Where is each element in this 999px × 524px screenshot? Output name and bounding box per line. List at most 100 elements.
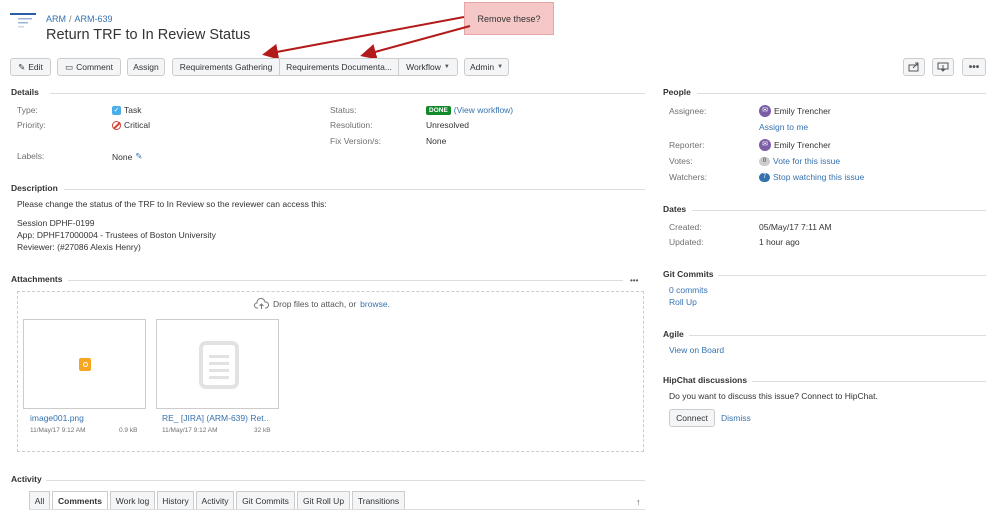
labels-value[interactable]: None ✎ <box>112 151 142 162</box>
comment-icon: ▭ <box>65 61 74 72</box>
sort-order-icon[interactable]: ↑ <box>636 497 641 507</box>
type-value: ✓ Task <box>112 105 142 115</box>
connect-button[interactable]: Connect <box>669 409 715 427</box>
git-commits-heading: Git Commits <box>663 269 714 279</box>
export-button[interactable] <box>932 58 954 76</box>
tab-work-log[interactable]: Work log <box>110 491 155 509</box>
priority-value: Critical <box>112 120 150 130</box>
attachment-thumbnail[interactable] <box>156 319 279 409</box>
attachment-date: 11/May/17 9:12 AM <box>162 427 218 434</box>
dates-heading: Dates <box>663 204 687 214</box>
git-divider <box>718 275 986 276</box>
comment-button[interactable]: ▭ Comment <box>57 58 121 76</box>
votes-count-badge: 0 <box>759 156 770 166</box>
workflow-dropdown[interactable]: Workflow ▼ <box>398 58 458 76</box>
share-icon <box>908 62 919 72</box>
avatar: ✉ <box>759 105 771 117</box>
details-heading: Details <box>11 87 39 97</box>
tab-transitions[interactable]: Transitions <box>352 491 405 509</box>
arrow-to-req-documentation <box>360 25 471 60</box>
view-on-board-link[interactable]: View on Board <box>669 345 724 355</box>
export-icon <box>937 62 949 72</box>
type-label: Type: <box>17 105 38 115</box>
watchers-label: Watchers: <box>669 172 707 182</box>
tab-activity[interactable]: Activity <box>196 491 234 509</box>
hipchat-heading: HipChat discussions <box>663 375 748 385</box>
votes-value: 0 Vote for this issue <box>759 156 840 166</box>
tab-history[interactable]: History <box>157 491 194 509</box>
agile-divider <box>689 335 986 336</box>
upload-cloud-icon <box>254 298 269 309</box>
pencil-icon: ✎ <box>18 61 26 72</box>
share-button[interactable] <box>903 58 925 76</box>
description-divider <box>64 189 645 190</box>
tab-comments[interactable]: Comments <box>52 491 108 509</box>
vote-link[interactable]: Vote for this issue <box>773 156 840 166</box>
avatar: ✉ <box>759 139 771 151</box>
attachments-more-button[interactable]: ••• <box>630 276 638 285</box>
status-value: DONE (View workflow) <box>426 105 513 115</box>
hipchat-divider <box>752 381 986 382</box>
fix-version-label: Fix Version/s: <box>330 136 382 146</box>
more-actions-button[interactable]: ••• <box>962 58 986 76</box>
attachment-name-link[interactable]: image001.png <box>30 413 140 423</box>
assign-to-me-link[interactable]: Assign to me <box>759 122 808 132</box>
labels-label: Labels: <box>17 151 45 161</box>
assignee-value: ✉ Emily Trencher <box>759 105 831 117</box>
created-value: 05/May/17 7:11 AM <box>759 222 832 232</box>
admin-dropdown[interactable]: Admin ▼ <box>464 58 509 76</box>
stop-watching-link[interactable]: Stop watching this issue <box>773 172 864 182</box>
hipchat-prompt: Do you want to discuss this issue? Conne… <box>669 391 878 401</box>
assignee-label: Assignee: <box>669 106 707 116</box>
created-label: Created: <box>669 222 702 232</box>
attachment-thumbnail[interactable] <box>23 319 146 409</box>
dates-divider <box>692 210 986 211</box>
tab-all[interactable]: All <box>29 491 50 509</box>
tab-git-roll-up[interactable]: Git Roll Up <box>297 491 350 509</box>
description-line: App: DPHF17000004 - Trustees of Boston U… <box>17 230 216 240</box>
attachment-name-link[interactable]: RE_ [JIRA] (ARM-639) Ret… <box>162 413 268 423</box>
document-file-icon <box>199 341 239 389</box>
updated-label: Updated: <box>669 237 704 247</box>
drop-files-prompt: Drop files to attach, or browse. <box>254 298 390 310</box>
status-label: Status: <box>330 105 357 115</box>
reporter-value: ✉ Emily Trencher <box>759 139 831 151</box>
requirements-documentation-button[interactable]: Requirements Documenta... <box>279 58 399 76</box>
commits-link[interactable]: 0 commits <box>669 285 708 295</box>
priority-label: Priority: <box>17 120 46 130</box>
requirements-gathering-button[interactable]: Requirements Gathering <box>172 58 280 76</box>
edit-button[interactable]: ✎ Edit <box>10 58 51 76</box>
attachment-size: 0.9 kB <box>119 427 138 434</box>
browse-link[interactable]: browse. <box>360 299 390 309</box>
activity-heading: Activity <box>11 474 42 484</box>
attachment-size: 32 kB <box>254 427 271 434</box>
description-heading: Description <box>11 183 58 193</box>
reporter-label: Reporter: <box>669 140 705 150</box>
people-heading: People <box>663 87 691 97</box>
more-icon: ••• <box>968 61 980 73</box>
attachments-divider <box>68 280 623 281</box>
attachments-heading: Attachments <box>11 274 63 284</box>
resolution-label: Resolution: <box>330 120 373 130</box>
votes-label: Votes: <box>669 156 693 166</box>
image-file-icon <box>79 358 91 371</box>
chevron-down-icon: ▼ <box>497 64 504 70</box>
assign-button[interactable]: Assign <box>127 58 165 76</box>
description-line: Please change the status of the TRF to I… <box>17 199 327 209</box>
dismiss-link[interactable]: Dismiss <box>721 413 751 423</box>
updated-value: 1 hour ago <box>759 237 800 247</box>
details-divider <box>50 93 645 94</box>
view-workflow-link[interactable]: (View workflow) <box>454 105 513 115</box>
agile-heading: Agile <box>663 329 684 339</box>
tab-git-commits[interactable]: Git Commits <box>236 491 295 509</box>
attachment-date: 11/May/17 9:12 AM <box>30 427 86 434</box>
people-divider <box>697 93 986 94</box>
description-line: Session DPHF-0199 <box>17 218 95 228</box>
resolution-value: Unresolved <box>426 120 469 130</box>
status-badge: DONE <box>426 105 451 115</box>
watchers-value: 7 Stop watching this issue <box>759 172 864 182</box>
watchers-count-badge: 7 <box>759 172 770 182</box>
roll-up-link[interactable]: Roll Up <box>669 297 697 307</box>
edit-pencil-icon[interactable]: ✎ <box>135 151 142 162</box>
chevron-down-icon: ▼ <box>443 64 450 70</box>
